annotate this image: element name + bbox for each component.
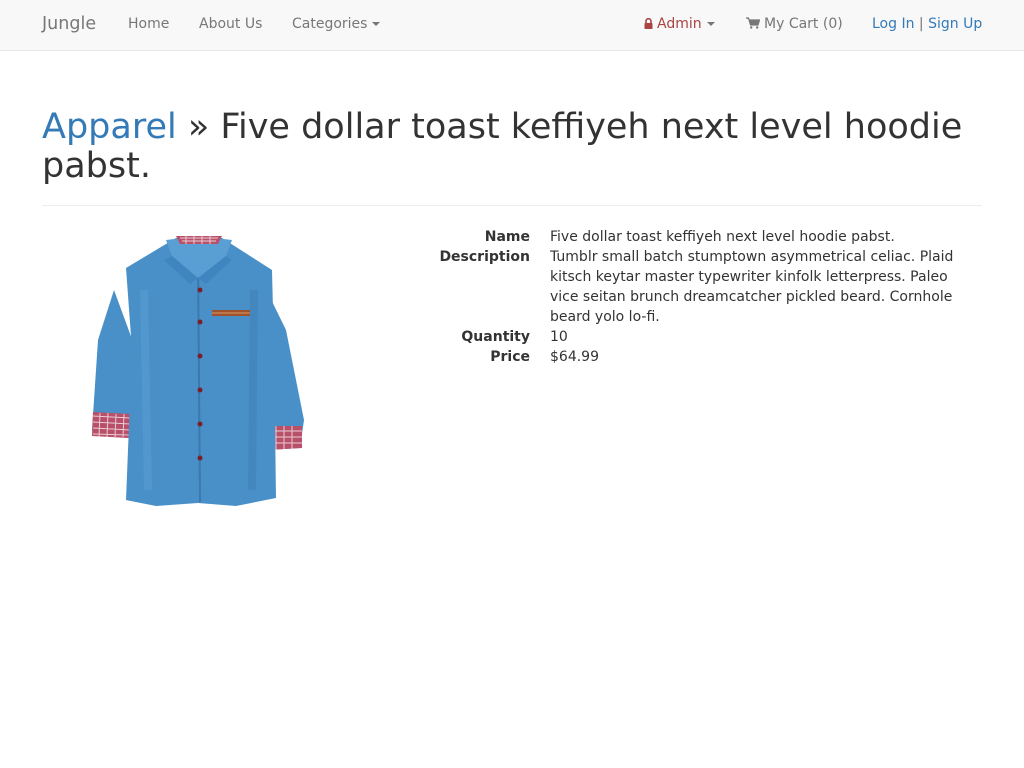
top-navbar: Jungle Home About Us Categories Admin My…	[0, 0, 1024, 51]
quantity-value: 10	[550, 329, 568, 345]
chevron-down-icon	[706, 22, 715, 26]
nav-admin-dropdown[interactable]: Admin	[644, 0, 715, 50]
brand-link[interactable]: Jungle	[42, 0, 96, 50]
page-title: Apparel » Five dollar toast keffiyeh nex…	[42, 108, 982, 186]
product-image	[86, 230, 312, 510]
category-link[interactable]: Apparel	[42, 107, 177, 147]
detail-row-name: Name Five dollar toast keffiyeh next lev…	[400, 227, 982, 247]
page-header: Apparel » Five dollar toast keffiyeh nex…	[42, 108, 982, 206]
description-label: Description	[439, 249, 530, 265]
signup-link[interactable]: Sign Up	[928, 16, 982, 32]
title-divider: »	[187, 107, 210, 147]
lock-icon	[644, 1, 653, 49]
nav-cart-link[interactable]: My Cart (0)	[746, 0, 843, 50]
price-label: Price	[490, 349, 530, 365]
nav-categories-dropdown[interactable]: Categories	[292, 0, 381, 50]
quantity-label: Quantity	[461, 329, 530, 345]
nav-home-link[interactable]: Home	[128, 0, 169, 50]
auth-links: Log In | Sign Up	[872, 0, 982, 50]
product-title: Five dollar toast keffiyeh next level ho…	[42, 107, 963, 186]
shopping-cart-icon	[746, 1, 761, 49]
name-value: Five dollar toast keffiyeh next level ho…	[550, 229, 895, 245]
categories-label: Categories	[292, 16, 368, 32]
auth-separator: |	[918, 16, 924, 32]
chevron-down-icon	[372, 22, 381, 26]
admin-label: Admin	[657, 16, 702, 32]
login-link[interactable]: Log In	[872, 16, 914, 32]
detail-row-description: Description Tumblr small batch stumptown…	[400, 247, 982, 327]
nav-about-link[interactable]: About Us	[199, 0, 262, 50]
detail-row-price: Price $64.99	[400, 347, 982, 367]
product-details: Name Five dollar toast keffiyeh next lev…	[400, 227, 982, 367]
detail-row-quantity: Quantity 10	[400, 327, 982, 347]
price-value: $64.99	[550, 349, 599, 365]
description-value: Tumblr small batch stumptown asymmetrica…	[550, 249, 954, 325]
cart-label: My Cart (0)	[764, 16, 843, 32]
name-label: Name	[484, 229, 530, 245]
